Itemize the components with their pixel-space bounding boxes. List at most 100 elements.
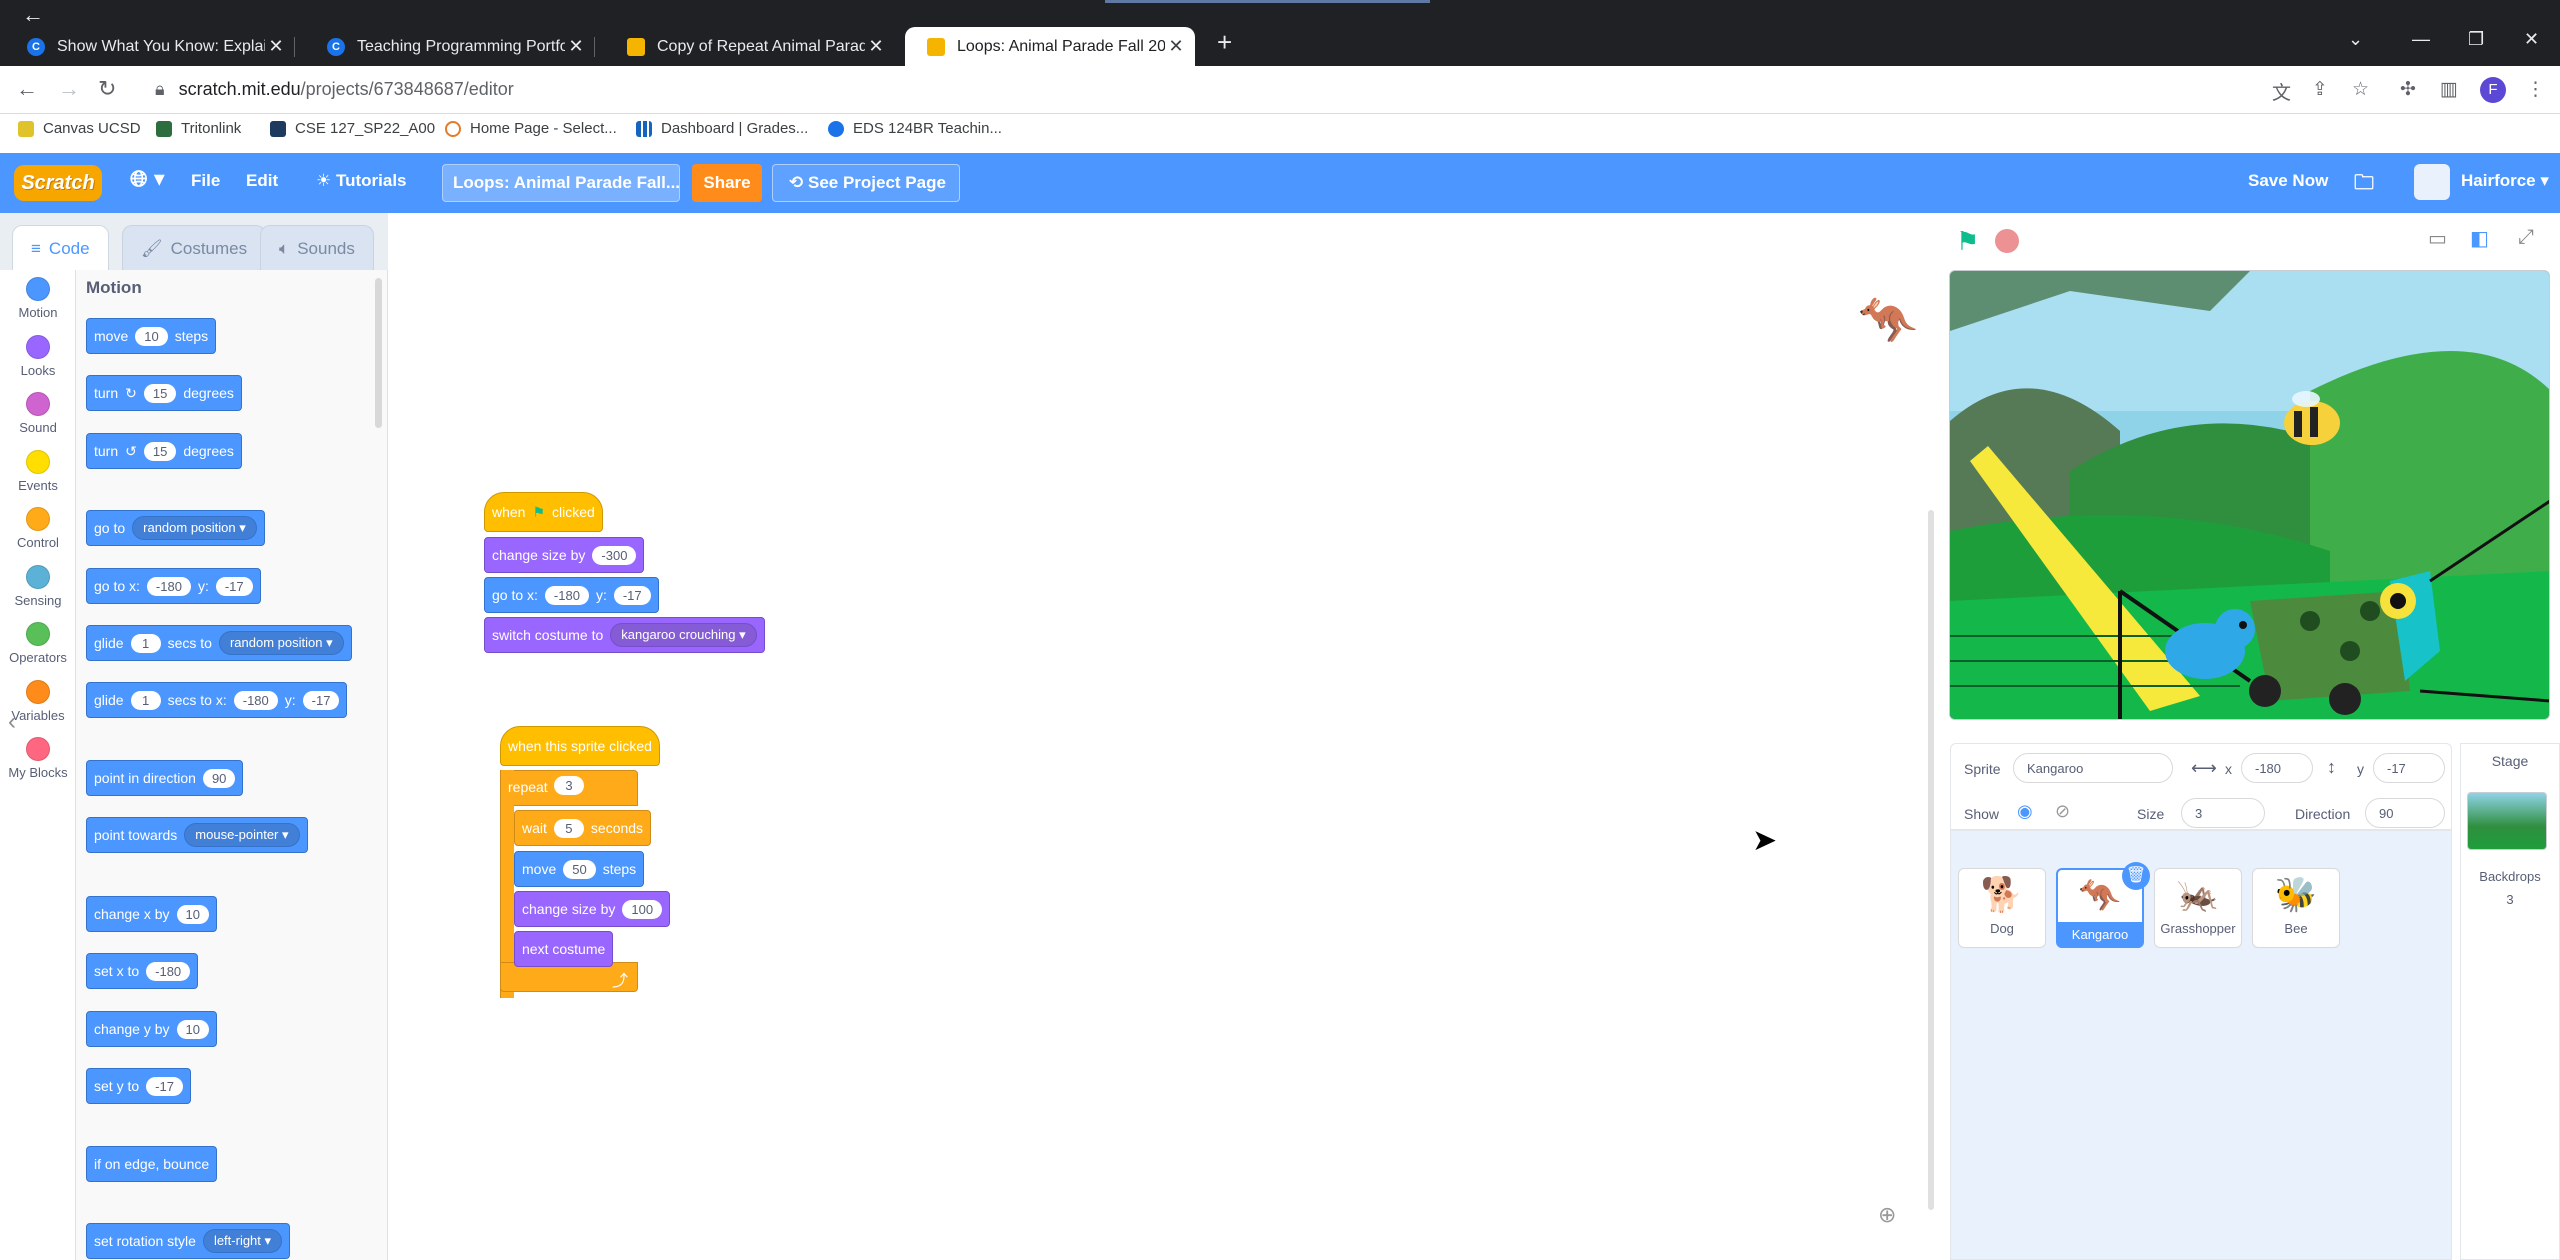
stage-target-panel[interactable]: Stage Backdrops 3 [2460,743,2560,1260]
edit-menu[interactable]: Edit [246,171,278,191]
user-avatar[interactable] [2414,164,2450,200]
fullscreen-icon[interactable]: ⤢ [2518,226,2534,249]
block-set-rotation-style[interactable]: set rotation style left-right ▾ [86,1223,291,1259]
x-position-input[interactable]: -180 [2241,753,2313,783]
url-field[interactable]: 🔒︎ scratch.mit.edu/projects/673848687/edi… [155,79,514,100]
forward-icon[interactable]: → [58,76,80,102]
y-position-input[interactable]: -17 [2373,753,2445,783]
zoom-in-icon[interactable]: ⊕ [1878,1202,1896,1228]
file-menu[interactable]: File [191,171,220,191]
browser-tab-1[interactable]: C Show What You Know: Explain Yo ✕ [5,27,295,66]
my-stuff-folder-icon[interactable]: 🗀 [2354,168,2374,202]
category-sensing[interactable]: Sensing [0,565,76,608]
tab-sounds[interactable]: 🔈︎ Sounds [260,225,374,271]
target-dropdown[interactable]: random position ▾ [132,516,257,540]
show-visible-eye-icon[interactable]: ◉ [2017,801,2033,822]
block-next-costume[interactable]: next costume [514,931,614,967]
degrees-input[interactable]: 15 [143,441,177,461]
backdrop-thumbnail[interactable] [2467,792,2547,850]
menu-kebab-icon[interactable]: ⋮ [2526,78,2545,101]
tutorials-button[interactable]: ☀ Tutorials [316,171,407,191]
block-glide-to[interactable]: glide 1 secs to random position ▾ [86,625,352,661]
profile-avatar[interactable]: F [2480,77,2506,103]
block-point-in-direction[interactable]: point in direction 90 [86,760,244,796]
stage-canvas[interactable] [1949,270,2550,720]
green-flag-icon[interactable]: ⚑ [1956,226,1979,257]
block-turn-left[interactable]: turn ↺ 15 degrees [86,433,242,469]
extensions-icon[interactable]: ✣ [2400,78,2416,101]
target-dropdown[interactable]: random position ▾ [218,631,344,655]
x-input[interactable]: -180 [544,585,589,605]
repeat-count-input[interactable]: 3 [554,776,584,795]
bookmark-home-page[interactable]: Home Page - Select... [445,120,617,137]
category-operators[interactable]: Operators [0,622,76,665]
bookmark-star-icon[interactable]: ☆ [2352,78,2369,101]
share-button[interactable]: Share [692,164,762,202]
sprite-tile-bee[interactable]: 🐝 Bee [2252,868,2340,948]
category-control[interactable]: Control [0,507,76,550]
large-stage-icon[interactable]: ◧ [2470,226,2489,251]
y-input[interactable]: -17 [302,690,340,710]
scratch-logo[interactable]: Scratch [14,165,102,201]
new-tab-icon[interactable]: + [1217,27,1232,58]
x-input[interactable]: -180 [146,961,191,981]
block-switch-costume[interactable]: switch costume to kangaroo crouching ▾ [484,617,765,653]
block-move-steps[interactable]: move 10 steps [86,318,217,354]
see-project-page-button[interactable]: ⟲ See Project Page [772,164,960,202]
collapse-chevron-icon[interactable]: ‹ [8,708,16,736]
tab-code[interactable]: ≡ Code [12,225,109,271]
seconds-input[interactable]: 5 [553,818,584,838]
block-wait[interactable]: wait 5 seconds [514,810,652,846]
target-dropdown[interactable]: mouse-pointer ▾ [184,823,300,847]
block-point-towards[interactable]: point towards mouse-pointer ▾ [86,817,308,853]
close-icon[interactable]: ✕ [265,36,287,57]
sprite-tile-grasshopper[interactable]: 🦗 Grasshopper [2154,868,2242,948]
direction-input[interactable]: 90 [202,768,236,788]
direction-input[interactable]: 90 [2365,798,2445,828]
y-input[interactable]: 10 [176,1019,209,1039]
back-icon[interactable]: ← [16,76,38,102]
block-set-x[interactable]: set x to -180 [86,953,199,989]
block-glide-to-xy[interactable]: glide 1 secs to x: -180 y: -17 [86,682,348,718]
costume-dropdown[interactable]: kangaroo crouching ▾ [610,623,757,647]
degrees-input[interactable]: 15 [143,383,177,403]
bookmark-cse127[interactable]: CSE 127_SP22_A00 [270,120,435,137]
block-bounce[interactable]: if on edge, bounce [86,1146,218,1182]
save-now-button[interactable]: Save Now [2248,171,2328,191]
share-icon[interactable]: ⇪ [2312,78,2328,101]
sprite-tile-dog[interactable]: 🐕 Dog [1958,868,2046,948]
palette-scrollbar[interactable] [375,278,382,428]
x-input[interactable]: -180 [146,576,191,596]
x-input[interactable]: -180 [233,690,278,710]
category-sound[interactable]: Sound [0,392,76,435]
username-menu[interactable]: Hairforce ▾ [2461,171,2549,191]
globe-language-icon[interactable]: 🌐︎ ▾ [130,166,165,192]
window-close-icon[interactable]: ✕ [2524,29,2539,50]
reload-icon[interactable]: ↻ [98,76,116,102]
translate-icon[interactable]: ⽂ [2272,78,2291,105]
side-panel-icon[interactable]: ▥ [2440,78,2458,101]
small-stage-icon[interactable]: ▭ [2428,226,2447,251]
secs-input[interactable]: 1 [130,690,161,710]
block-set-y[interactable]: set y to -17 [86,1068,191,1104]
sprite-name-input[interactable]: Kangaroo [2013,753,2173,783]
steps-input[interactable]: 10 [135,326,168,346]
close-icon[interactable]: ✕ [1165,36,1187,57]
close-icon[interactable]: ✕ [865,36,887,57]
project-title-input[interactable]: Loops: Animal Parade Fall... [442,164,680,202]
close-icon[interactable]: ✕ [565,36,587,57]
block-move-steps[interactable]: move 50 steps [514,851,645,887]
tab-costumes[interactable]: 🖌︎ Costumes [122,225,267,271]
category-events[interactable]: Events [0,450,76,493]
bookmark-dashboard[interactable]: Dashboard | Grades... [636,120,808,137]
rotation-style-dropdown[interactable]: left-right ▾ [202,1229,283,1253]
bookmark-tritonlink[interactable]: Tritonlink [156,120,241,137]
block-when-sprite-clicked[interactable]: when this sprite clicked [500,726,660,766]
size-input[interactable]: 3 [2181,798,2265,828]
minimize-icon[interactable]: — [2412,29,2430,50]
trash-delete-icon[interactable]: 🗑︎ [2122,862,2150,890]
block-change-size[interactable]: change size by -300 [484,537,645,573]
size-input[interactable]: 100 [622,899,663,919]
stop-icon[interactable] [1995,229,2019,253]
block-change-y[interactable]: change y by 10 [86,1011,217,1047]
